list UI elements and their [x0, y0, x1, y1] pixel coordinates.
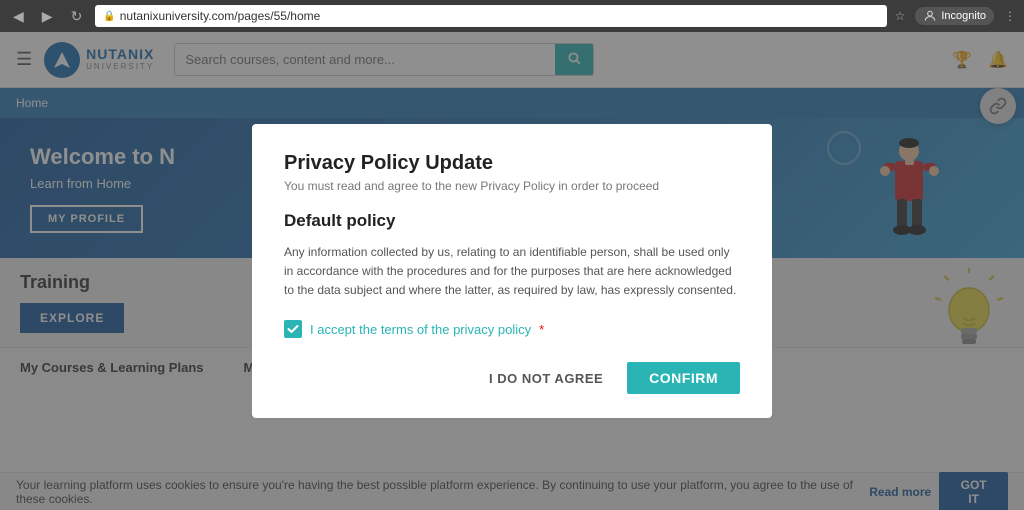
privacy-modal: Privacy Policy Update You must read and … [252, 124, 772, 419]
do-not-agree-button[interactable]: I DO NOT AGREE [477, 363, 615, 394]
checkbox-label: I accept the terms of the privacy policy [310, 322, 531, 337]
modal-overlay: Privacy Policy Update You must read and … [0, 32, 1024, 510]
forward-button[interactable]: ▶ [37, 6, 58, 27]
modal-checkbox-row: I accept the terms of the privacy policy… [284, 320, 740, 338]
checkbox-required: * [539, 322, 544, 337]
modal-subtitle: You must read and agree to the new Priva… [284, 179, 740, 193]
modal-title: Privacy Policy Update [284, 152, 740, 175]
url-bar[interactable]: 🔒 nutanixuniversity.com/pages/55/home [95, 5, 886, 27]
refresh-button[interactable]: ↻ [66, 6, 88, 27]
modal-actions: I DO NOT AGREE CONFIRM [284, 362, 740, 394]
accept-checkbox[interactable] [284, 320, 302, 338]
browser-right-controls: ☆ Incognito ⋮ [895, 7, 1016, 25]
modal-policy-title: Default policy [284, 211, 740, 231]
star-icon[interactable]: ☆ [895, 9, 906, 23]
back-button[interactable]: ◀ [8, 6, 29, 27]
app-container: ☰ NUTANIX UNIVERSITY 🏆 🔔 Home [0, 32, 1024, 510]
lock-icon: 🔒 [103, 11, 115, 22]
url-text: nutanixuniversity.com/pages/55/home [120, 9, 321, 23]
confirm-button[interactable]: CONFIRM [627, 362, 740, 394]
incognito-badge: Incognito [915, 7, 994, 25]
modal-policy-text: Any information collected by us, relatin… [284, 243, 740, 301]
browser-chrome: ◀ ▶ ↻ 🔒 nutanixuniversity.com/pages/55/h… [0, 0, 1024, 32]
browser-menu-icon[interactable]: ⋮ [1004, 9, 1016, 23]
